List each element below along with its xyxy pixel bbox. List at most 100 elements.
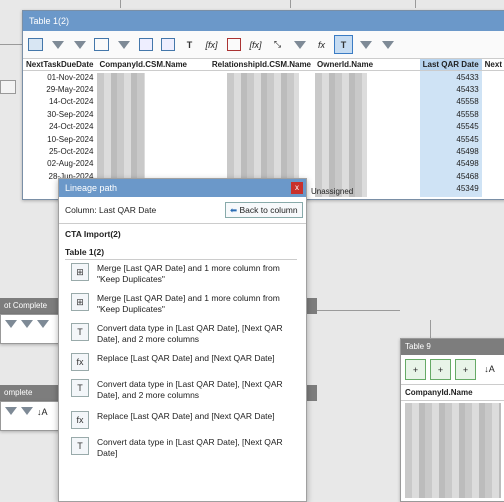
filter-icon[interactable] bbox=[5, 407, 17, 415]
lineage-step-text: Convert data type in [Last QAR Date], [N… bbox=[97, 323, 283, 344]
table-cell[interactable]: 45558 bbox=[419, 108, 482, 121]
table-cell[interactable]: 10-Sep-2024 bbox=[23, 133, 96, 145]
node-title[interactable]: omplete Relationship bbox=[0, 385, 62, 413]
pivot-icon[interactable]: ⤡ bbox=[268, 35, 287, 54]
table-cell[interactable] bbox=[482, 96, 504, 108]
table-cell[interactable]: 45482 bbox=[419, 194, 482, 197]
table-cell[interactable]: 14-Oct-2024 bbox=[23, 96, 96, 108]
table-cell[interactable]: 02-Aug-2024 bbox=[23, 158, 96, 170]
table-cell[interactable]: 45468 bbox=[419, 170, 482, 183]
back-to-column-button[interactable]: ⬅ Back to column bbox=[225, 202, 303, 218]
node-title[interactable]: ot Complete Rela bbox=[0, 298, 62, 326]
convert-type-icon[interactable]: T bbox=[180, 35, 199, 54]
table-icon[interactable] bbox=[26, 35, 45, 54]
table-cell[interactable]: 45433 bbox=[419, 83, 482, 96]
lineage-panel[interactable]: Lineage path x Column: Last QAR Date ⬅ B… bbox=[58, 178, 307, 502]
filter-formula-icon[interactable]: fx bbox=[312, 35, 331, 54]
table-cell[interactable] bbox=[482, 195, 504, 197]
add-column-icon[interactable]: + bbox=[455, 359, 476, 380]
connector-line bbox=[290, 0, 291, 8]
sort-icon[interactable]: ↓A bbox=[37, 407, 48, 417]
connector-line bbox=[430, 320, 431, 338]
table-cell[interactable] bbox=[482, 145, 504, 157]
lineage-step[interactable]: T Convert data type in [Last QAR Date], [… bbox=[59, 323, 306, 345]
merge-icon[interactable] bbox=[158, 35, 177, 54]
table-cell[interactable] bbox=[482, 158, 504, 170]
split-column-icon[interactable] bbox=[92, 35, 111, 54]
table-cell[interactable]: 45433 bbox=[419, 70, 482, 84]
filter-icon[interactable] bbox=[21, 407, 33, 415]
sort-icon[interactable]: ↓A bbox=[480, 359, 499, 378]
filter-icon[interactable] bbox=[114, 35, 133, 54]
table-cell[interactable] bbox=[482, 108, 504, 120]
lineage-step[interactable]: ⊞ Merge [Last QAR Date] and 1 more column… bbox=[59, 263, 306, 285]
column-header[interactable]: NextTaskDueDate bbox=[23, 59, 97, 71]
filter-icon[interactable] bbox=[21, 320, 33, 328]
delete-column-icon[interactable] bbox=[224, 35, 243, 54]
column-header[interactable]: CompanyId.CSM.Name bbox=[96, 59, 209, 71]
add-column-icon[interactable]: + bbox=[430, 359, 451, 380]
lineage-step[interactable]: T Convert data type in [Last QAR Date], [… bbox=[59, 379, 306, 401]
table-cell[interactable] bbox=[482, 121, 504, 133]
redacted-cells bbox=[315, 73, 367, 197]
partial-cell-text: Unassigned bbox=[311, 187, 354, 196]
table-cell[interactable]: 01-Nov-2024 bbox=[23, 71, 96, 84]
column-header[interactable]: RelationshipId.CSM.Name bbox=[208, 59, 314, 71]
filter-icon[interactable] bbox=[5, 320, 17, 328]
filter-icon[interactable] bbox=[48, 35, 67, 54]
table-cell[interactable]: 45545 bbox=[419, 132, 482, 146]
convert-type-icon: T bbox=[71, 323, 89, 341]
filter-icon[interactable] bbox=[356, 35, 375, 54]
lineage-step[interactable]: fx Replace [Last QAR Date] and [Next QAR … bbox=[59, 411, 306, 429]
replace-formula-icon: fx bbox=[71, 353, 89, 371]
table-window-title[interactable]: Table 1(2) bbox=[23, 11, 504, 31]
replace-formula-icon: fx bbox=[71, 411, 89, 429]
table-cell[interactable] bbox=[482, 183, 504, 195]
table-cell[interactable]: 29-May-2024 bbox=[23, 83, 96, 95]
table-cell[interactable]: 45545 bbox=[419, 120, 482, 133]
lineage-title-bar[interactable]: Lineage path x bbox=[59, 179, 306, 197]
table-cell[interactable] bbox=[482, 83, 504, 95]
filter-icon[interactable] bbox=[378, 35, 397, 54]
table9-window[interactable]: Table 9 + + + ↓A CompanyId.Name bbox=[400, 338, 504, 502]
node-icon[interactable] bbox=[0, 80, 16, 94]
merge-icon[interactable] bbox=[136, 35, 155, 54]
table-cell[interactable]: 25-Oct-2024 bbox=[23, 145, 96, 157]
lineage-icon[interactable]: T bbox=[334, 35, 353, 54]
table-cell[interactable]: 30-Sep-2024 bbox=[23, 108, 96, 120]
table-cell[interactable]: 24-Oct-2024 bbox=[23, 121, 96, 133]
lineage-step[interactable]: fx Replace [Last QAR Date] and [Next QAR … bbox=[59, 353, 306, 371]
table-cell[interactable]: 45349 bbox=[419, 182, 482, 195]
formula-icon[interactable]: [fx] bbox=[246, 35, 265, 54]
connector-line bbox=[415, 0, 416, 8]
filter-icon[interactable] bbox=[37, 320, 49, 328]
lineage-title: Lineage path bbox=[65, 183, 118, 193]
column-header[interactable]: Next bbox=[481, 59, 504, 71]
table-cell[interactable] bbox=[482, 133, 504, 145]
divider bbox=[59, 223, 306, 224]
table-cell[interactable]: 45558 bbox=[419, 95, 482, 109]
table-cell[interactable]: 45498 bbox=[419, 145, 482, 158]
close-icon[interactable]: x bbox=[291, 182, 303, 194]
filter-icon[interactable] bbox=[290, 35, 309, 54]
lineage-step-text: Replace [Last QAR Date] and [Next QAR Da… bbox=[97, 411, 275, 421]
filter-icon[interactable] bbox=[70, 35, 89, 54]
add-column-icon[interactable]: + bbox=[405, 359, 426, 380]
back-to-column-label: Back to column bbox=[239, 205, 298, 215]
column-header-selected[interactable]: Last QAR Date bbox=[419, 59, 482, 71]
node-body[interactable] bbox=[0, 314, 60, 344]
table-window[interactable]: Table 1(2) T [fx] [fx] ⤡ fx T NextTaskDu… bbox=[22, 10, 504, 200]
table-cell[interactable] bbox=[482, 170, 504, 182]
table-cell[interactable] bbox=[482, 71, 504, 84]
table9-title[interactable]: Table 9 bbox=[401, 339, 504, 355]
source-name: CTA Import(2) bbox=[65, 229, 121, 239]
column-header[interactable]: OwnerId.Name bbox=[314, 59, 420, 71]
formula-icon[interactable]: [fx] bbox=[202, 35, 221, 54]
convert-type-icon: T bbox=[71, 379, 89, 397]
lineage-step[interactable]: ⊞ Merge [Last QAR Date] and 1 more column… bbox=[59, 293, 306, 315]
node-body[interactable]: ↓A bbox=[0, 401, 60, 431]
lineage-step[interactable]: T Convert data type in [Last QAR Date], [… bbox=[59, 437, 306, 459]
table-cell[interactable]: 45498 bbox=[419, 157, 482, 171]
merge-icon: ⊞ bbox=[71, 263, 89, 281]
connector-line bbox=[305, 310, 400, 311]
